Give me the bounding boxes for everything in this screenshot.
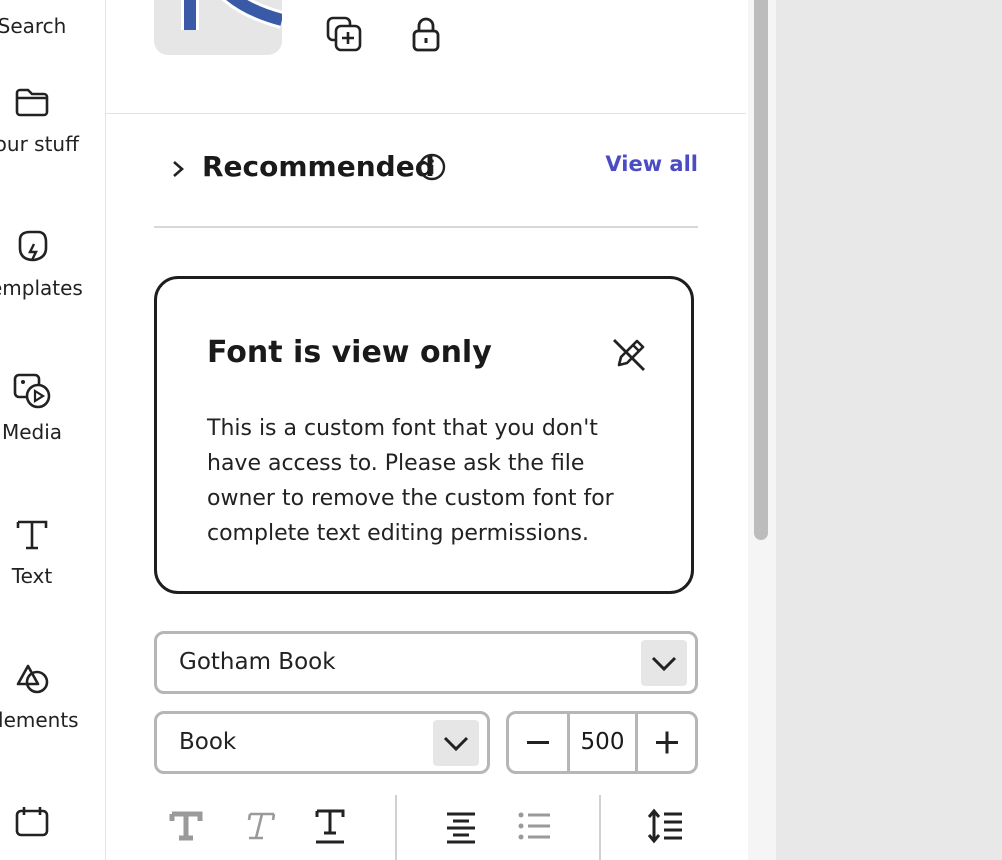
rail-label-templates: Templates	[0, 276, 83, 300]
rail-item-your-stuff[interactable]: Your stuff	[0, 82, 105, 182]
font-weight-value: Book	[179, 729, 237, 755]
lock-icon[interactable]	[406, 14, 446, 54]
rail-item-templates[interactable]: Templates	[0, 226, 105, 326]
rail-label-media: Media	[1, 420, 63, 444]
view-all-link[interactable]: View all	[605, 152, 698, 176]
chevron-down-icon[interactable]	[641, 640, 687, 686]
line-spacing-icon[interactable]	[646, 806, 686, 846]
scrollbar-thumb[interactable]	[754, 0, 768, 540]
divider	[599, 795, 601, 860]
view-only-notice: Font is view only This is a custom font …	[154, 276, 694, 594]
divider	[106, 113, 746, 114]
align-center-icon[interactable]	[441, 806, 481, 846]
left-rail: Search Your stuff Templates Media Text E…	[0, 0, 106, 860]
font-size-value[interactable]: 500	[570, 714, 635, 771]
chevron-right-icon[interactable]	[168, 158, 188, 180]
divider	[395, 795, 397, 860]
rail-item-schedule[interactable]	[0, 802, 105, 860]
font-weight-dropdown[interactable]: Book	[154, 711, 490, 774]
edit-disabled-icon	[609, 335, 649, 375]
templates-icon	[12, 226, 52, 266]
duplicate-add-icon[interactable]	[324, 14, 364, 54]
font-family-value: Gotham Book	[179, 649, 336, 675]
notice-body: This is a custom font that you don't hav…	[207, 416, 614, 546]
rail-label-elements: Elements	[0, 708, 79, 732]
canvas-area[interactable]	[776, 0, 1002, 860]
calendar-icon	[12, 802, 52, 842]
decrease-size-button[interactable]	[509, 714, 567, 771]
media-icon	[12, 370, 52, 410]
rail-item-search[interactable]: Search	[0, 0, 105, 64]
properties-panel: Recommended View all Font is view only T…	[106, 0, 746, 860]
elements-icon	[12, 658, 52, 698]
chevron-down-icon[interactable]	[433, 720, 479, 766]
notice-title: Font is view only	[207, 335, 492, 370]
font-family-dropdown[interactable]: Gotham Book	[154, 631, 698, 694]
rail-item-media[interactable]: Media	[0, 370, 105, 470]
rail-item-elements[interactable]: Elements	[0, 658, 105, 758]
rail-label-search: Search	[0, 14, 67, 38]
bold-icon[interactable]	[166, 806, 206, 846]
rail-label-your-stuff: Your stuff	[0, 132, 79, 156]
font-size-stepper: 500	[506, 711, 698, 774]
underline-icon[interactable]	[310, 806, 350, 846]
panel-scrollbar[interactable]	[748, 0, 776, 860]
info-icon[interactable]	[417, 152, 447, 182]
folder-icon	[12, 82, 52, 122]
bullet-list-icon[interactable]	[514, 806, 554, 846]
logo-thumbnail[interactable]	[154, 0, 282, 55]
text-icon	[12, 514, 52, 554]
divider	[154, 226, 698, 228]
recommended-title: Recommended	[202, 150, 435, 183]
increase-size-button[interactable]	[638, 714, 696, 771]
rail-label-text: Text	[11, 564, 53, 588]
rail-item-text[interactable]: Text	[0, 514, 105, 614]
recommended-header: Recommended View all	[154, 140, 698, 196]
italic-icon[interactable]	[238, 806, 278, 846]
